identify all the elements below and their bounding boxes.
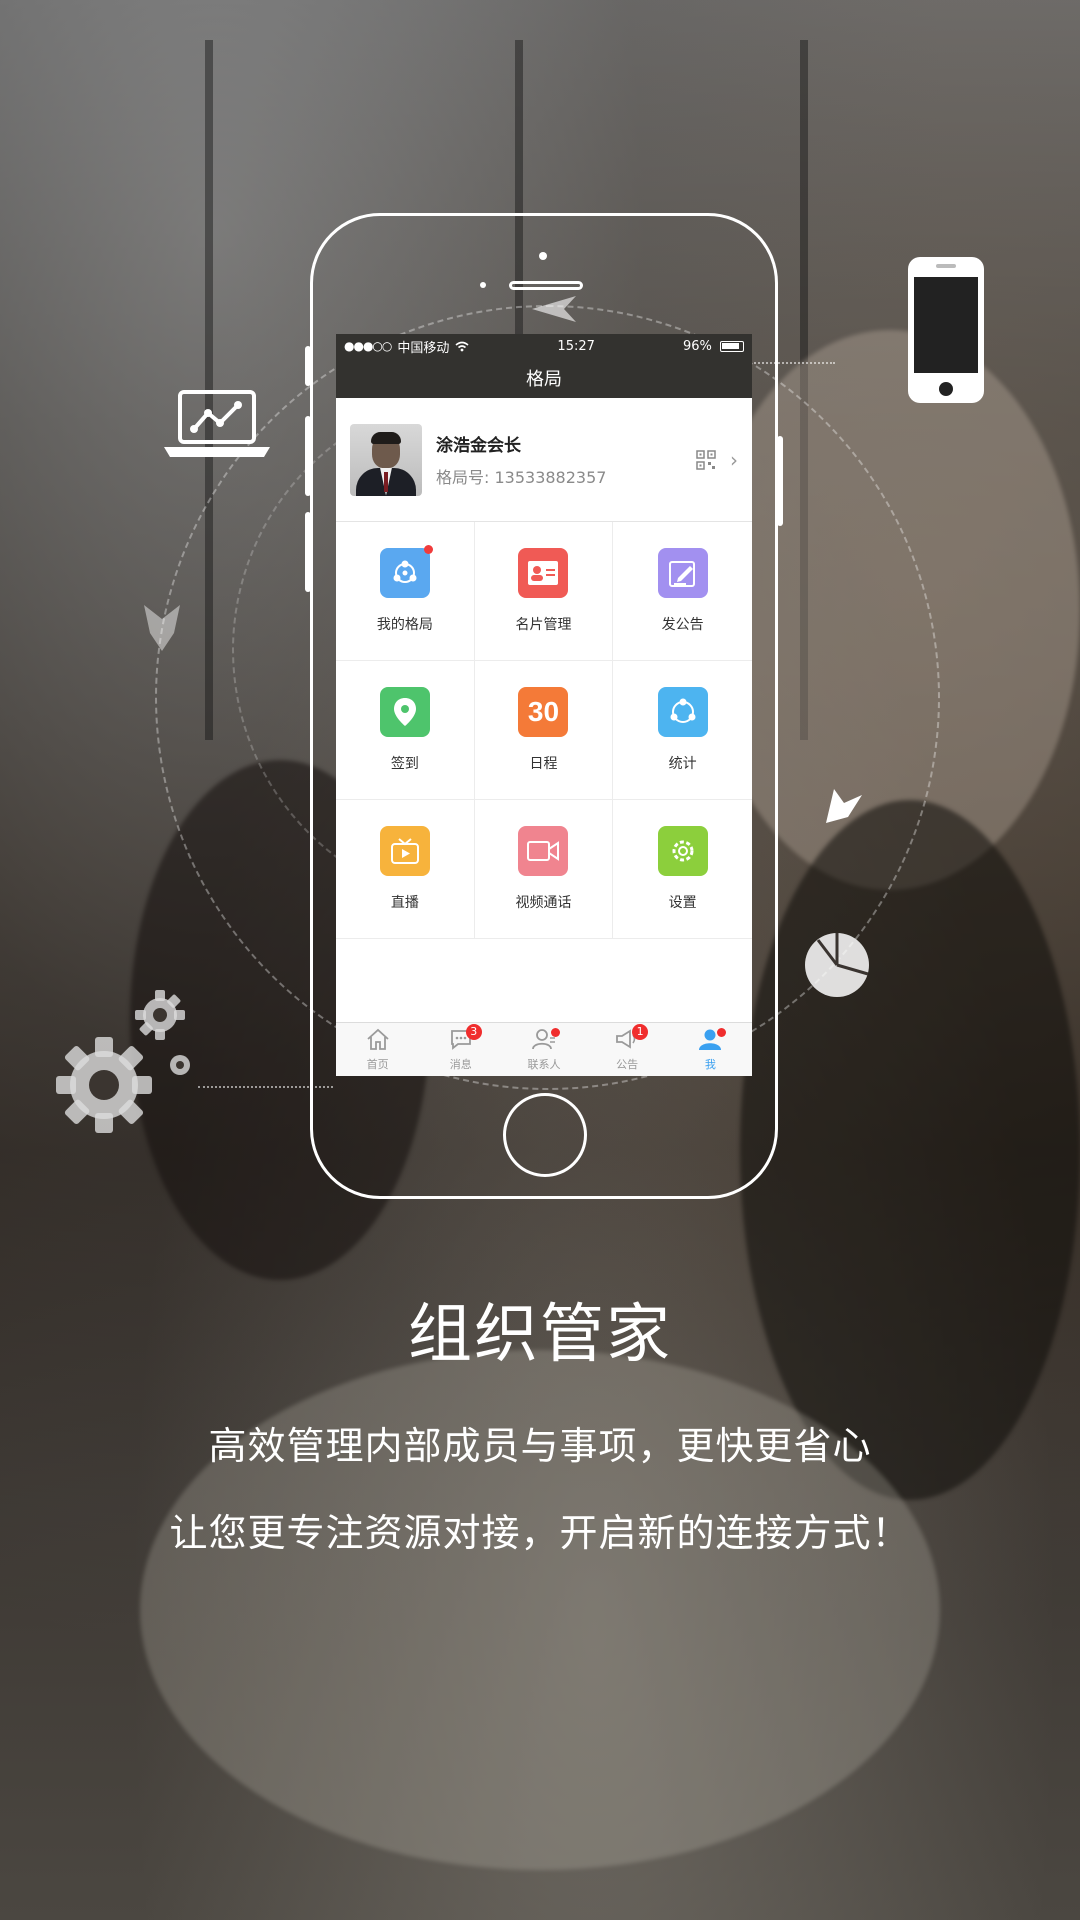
grid-item-label: 统计 — [668, 756, 697, 772]
grid-item-3[interactable]: 签到 — [336, 661, 475, 800]
gears-icon — [56, 990, 190, 1133]
grid-item-2[interactable]: 发公告 — [613, 522, 752, 661]
grid-item-label: 名片管理 — [515, 617, 572, 633]
pie-chart-icon — [805, 933, 869, 997]
grid-item-5[interactable]: 统计 — [613, 661, 752, 800]
tab-message[interactable]: 3 消息 — [426, 1023, 496, 1072]
leaf-arrow-icon — [826, 789, 862, 823]
battery-percent: 96% — [682, 338, 712, 354]
tab-label: 联系人 — [527, 1057, 561, 1071]
grid-item-label: 发公告 — [661, 617, 704, 633]
grid-item-label: 我的格局 — [376, 617, 433, 633]
carrier-label: 中国移动 — [397, 340, 450, 356]
grid-item-8[interactable]: 设置 — [613, 800, 752, 939]
video-call-icon — [518, 826, 569, 876]
calendar-icon: 30 — [518, 687, 569, 737]
profile-row[interactable]: 涂浩金会长 格局号: 13533882357 › — [336, 398, 752, 522]
tab-contacts[interactable]: 联系人 — [509, 1027, 579, 1072]
tab-megaphone[interactable]: 1 公告 — [592, 1023, 662, 1072]
wifi-icon — [455, 341, 469, 351]
grid-item-label: 视频通话 — [515, 895, 572, 911]
app-screen: ●●●○○ 中国移动 15:27 96% 格局 涂浩金会长 格局号: 13533… — [336, 334, 752, 1076]
grid-item-4[interactable]: 30 日程 — [474, 661, 614, 800]
home-button[interactable] — [503, 1093, 587, 1177]
tab-label: 消息 — [449, 1057, 472, 1071]
grid-item-6[interactable]: 直播 — [336, 800, 475, 939]
notification-dot — [550, 1027, 560, 1037]
grid-item-label: 设置 — [668, 895, 697, 911]
statistics-icon — [657, 687, 708, 737]
notification-dot — [717, 1027, 727, 1037]
tab-label: 我 — [704, 1057, 716, 1071]
unread-badge: 3 — [465, 1023, 482, 1040]
grid-item-label: 直播 — [390, 895, 419, 911]
live-tv-icon — [379, 826, 430, 876]
tagline-2: 让您更专注资源对接，开启新的连接方式！ — [169, 1511, 911, 1555]
home-icon — [366, 1028, 390, 1054]
tab-user[interactable]: 我 — [675, 1027, 745, 1072]
clock: 15:27 — [557, 338, 595, 354]
business-card-icon — [518, 548, 569, 598]
tab-home[interactable]: 首页 — [343, 1028, 413, 1072]
profile-name: 涂浩金会长 — [436, 436, 521, 456]
laptop-chart-icon — [164, 390, 270, 457]
nav-title: 格局 — [336, 358, 752, 398]
qr-code-icon[interactable] — [696, 450, 716, 470]
profile-id: 格局号: 13533882357 — [436, 468, 607, 487]
notification-dot — [423, 545, 433, 554]
mobile-phone-icon — [908, 257, 984, 403]
grid-item-1[interactable]: 名片管理 — [474, 522, 614, 661]
calendar-number: 30 — [527, 696, 560, 727]
tab-label: 首页 — [366, 1057, 389, 1071]
battery-icon — [719, 340, 744, 352]
avatar — [350, 423, 422, 496]
unread-badge: 1 — [632, 1023, 649, 1040]
grid-item-0[interactable]: 我的格局 — [336, 522, 475, 661]
location-pin-icon — [379, 687, 430, 737]
tagline-1: 高效管理内部成员与事项，更快更省心 — [208, 1424, 872, 1468]
grid-item-label: 日程 — [529, 756, 558, 772]
grid-item-7[interactable]: 视频通话 — [474, 800, 614, 939]
settings-icon — [657, 826, 708, 876]
chevron-right-icon: › — [730, 448, 738, 472]
edit-notice-icon — [657, 548, 708, 598]
headline: 组织管家 — [408, 1298, 672, 1372]
grid-item-label: 签到 — [390, 756, 419, 772]
network-icon — [379, 545, 433, 598]
signal-icon: ●●●○○ — [344, 339, 392, 353]
status-bar: ●●●○○ 中国移动 15:27 96% — [336, 334, 752, 358]
leaf-arrow-icon — [144, 605, 180, 651]
tab-bar: 首页 3 消息 联系人 1 公告 我 — [336, 1022, 752, 1076]
feature-grid: 我的格局 名片管理 发公告签到 30 日程 统计直播 视频通话 设置 — [336, 522, 752, 939]
tab-label: 公告 — [616, 1057, 639, 1071]
